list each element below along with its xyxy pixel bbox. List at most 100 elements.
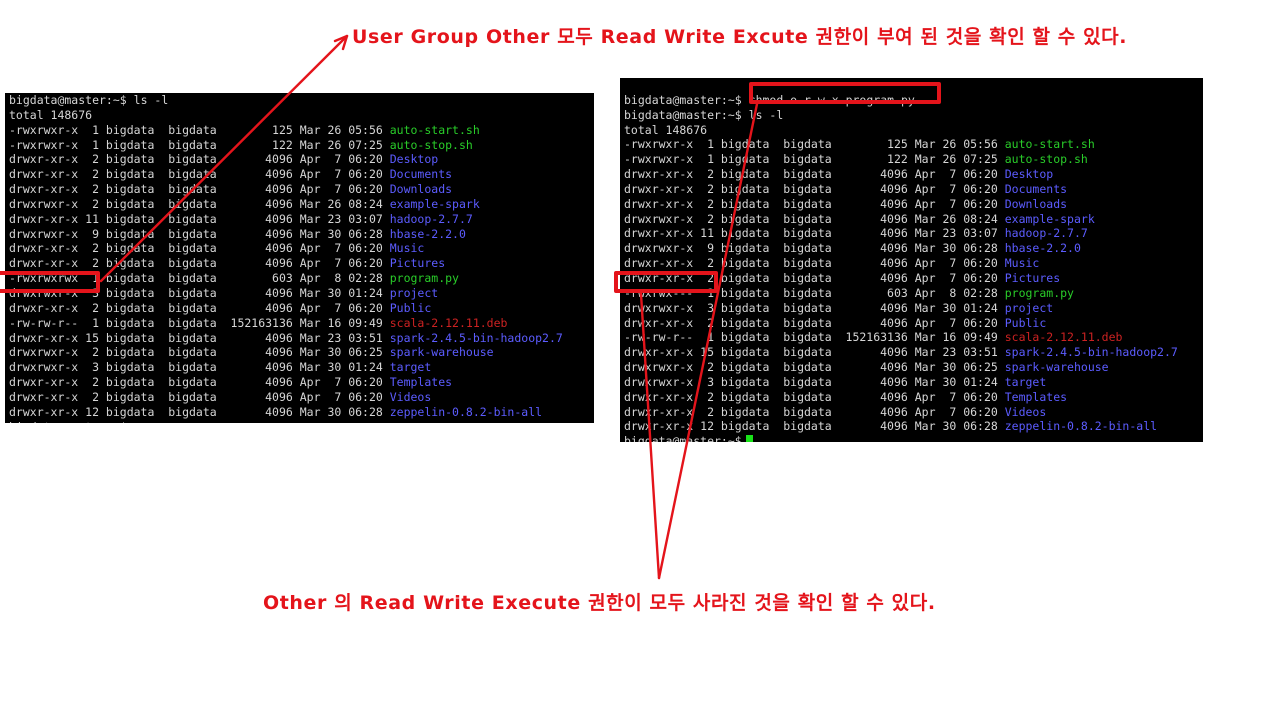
file-permissions: drwxr-xr-x [9, 300, 79, 315]
file-name: spark-warehouse [389, 345, 494, 360]
file-owner: bigdata [720, 181, 770, 196]
file-name: example-spark [1004, 211, 1095, 226]
terminal-cursor [745, 435, 753, 442]
file-owner: bigdata [105, 360, 155, 375]
file-name: Videos [1004, 404, 1047, 419]
file-day: 7 [334, 389, 342, 404]
file-day: 7 [949, 270, 957, 285]
file-link-count: 2 [707, 181, 714, 196]
file-size: 4096 [265, 330, 293, 345]
file-group: bigdata [783, 226, 832, 241]
file-owner: bigdata [105, 404, 155, 419]
file-time: 06:28 [348, 226, 383, 241]
file-link-count: 15 [700, 345, 714, 360]
terminal-window-after[interactable]: bigdata@master:~$ chmod o-r-w-x program.… [620, 78, 1203, 442]
file-row: drwxr-xr-x 2 bigdata bigdata 4096 Apr 7 06:20 Te… [5, 375, 594, 390]
file-month: Apr [914, 389, 936, 404]
file-link-count: 1 [707, 330, 714, 345]
file-group: bigdata [783, 374, 832, 389]
file-permissions: drwxrwxr-x [9, 360, 79, 375]
file-permissions: drwxrwxr-x [9, 196, 79, 211]
file-owner: bigdata [720, 389, 770, 404]
file-size: 4096 [265, 211, 293, 226]
file-link-count: 3 [92, 360, 99, 375]
file-time: 06:20 [963, 196, 998, 211]
file-link-count: 2 [707, 211, 714, 226]
file-owner: bigdata [720, 419, 770, 434]
prompt-text: bigdata@master:~$ [9, 93, 127, 107]
file-name: zeppelin-0.8.2-bin-all [1004, 419, 1158, 434]
file-link-count: 1 [707, 152, 714, 167]
file-permissions: drwxr-xr-x [624, 345, 694, 360]
file-name: Documents [1004, 181, 1068, 196]
file-group: bigdata [168, 389, 217, 404]
file-size: 4096 [880, 226, 908, 241]
file-size: 4096 [265, 360, 293, 375]
file-size: 4096 [880, 167, 908, 182]
file-day: 7 [334, 241, 342, 256]
file-name: program.py [1004, 285, 1074, 300]
file-time: 08:24 [348, 196, 383, 211]
terminal-window-before[interactable]: bigdata@master:~$ ls -l total 148676 -rw… [5, 93, 594, 423]
file-link-count: 2 [707, 404, 714, 419]
file-owner: bigdata [105, 345, 155, 360]
file-group: bigdata [168, 256, 217, 271]
file-permissions: drwxr-xr-x [624, 404, 694, 419]
file-row: drwxr-xr-x 12 bigdata bigdata 4096 Mar 30 06:28… [5, 405, 594, 420]
file-size: 4096 [880, 389, 908, 404]
file-owner: bigdata [105, 285, 155, 300]
ls-command-text: ls -l [748, 107, 784, 122]
file-name: Documents [389, 167, 453, 182]
file-row: drwxr-xr-x 12 bigdata bigdata 4096 Mar 30 06:28… [620, 419, 1203, 434]
file-day: 30 [327, 345, 342, 360]
file-row: drwxr-xr-x 2 bigdata bigdata 4096 Apr 7 06:20 Vi… [620, 405, 1203, 420]
file-time: 06:25 [963, 360, 998, 375]
file-owner: bigdata [105, 211, 155, 226]
file-size: 4096 [265, 196, 293, 211]
file-size: 4096 [265, 167, 293, 182]
file-group: bigdata [168, 375, 217, 390]
file-month: Mar [914, 330, 936, 345]
file-month: Apr [914, 196, 936, 211]
file-row: drwxr-xr-x 2 bigdata bigdata 4096 Apr 7 06:20 Do… [620, 197, 1203, 212]
file-row: drwxr-xr-x 15 bigdata bigdata 4096 Mar 23 03:51… [620, 345, 1203, 360]
file-month: Apr [299, 271, 321, 286]
file-owner: bigdata [720, 211, 770, 226]
file-owner: bigdata [105, 375, 155, 390]
file-month: Mar [914, 300, 936, 315]
prompt-text-trailing: bigdata@master:~$ [9, 420, 127, 423]
file-link-count: 1 [92, 137, 99, 152]
file-link-count: 1 [707, 137, 714, 152]
file-owner: bigdata [720, 152, 770, 167]
file-time: 06:20 [348, 300, 383, 315]
file-permissions: -rwxrwxr-x [624, 152, 694, 167]
file-group: bigdata [168, 137, 217, 152]
file-row: drwxr-xr-x 2 bigdata bigdata 4096 Apr 7 06:20 Vi… [5, 390, 594, 405]
file-group: bigdata [783, 256, 832, 271]
file-owner: bigdata [105, 300, 155, 315]
file-link-count: 3 [707, 374, 714, 389]
file-permissions: drwxr-xr-x [9, 182, 79, 197]
file-row: drwxr-xr-x 2 bigdata bigdata 4096 Apr 7 06:20 Te… [620, 390, 1203, 405]
file-day: 23 [327, 211, 342, 226]
file-owner: bigdata [720, 285, 770, 300]
file-row: drwxr-xr-x 2 bigdata bigdata 4096 Apr 7 06:20 De… [620, 167, 1203, 182]
file-permissions: drwxr-xr-x [9, 256, 79, 271]
file-link-count: 1 [92, 315, 99, 330]
file-time: 09:49 [963, 330, 998, 345]
file-name: target [1004, 374, 1047, 389]
file-group: bigdata [168, 226, 217, 241]
file-size: 4096 [265, 389, 293, 404]
file-link-count: 2 [92, 152, 99, 167]
prompt-text: bigdata@master:~$ [624, 92, 742, 107]
file-owner: bigdata [720, 270, 770, 285]
file-month: Mar [914, 345, 936, 360]
file-size: 4096 [880, 300, 908, 315]
file-time: 07:25 [963, 152, 998, 167]
file-permissions: drwxrwxr-x [624, 300, 694, 315]
file-name: hbase-2.2.0 [389, 226, 466, 241]
file-owner: bigdata [105, 182, 155, 197]
file-permissions: drwxr-xr-x [9, 241, 79, 256]
file-time: 01:24 [963, 300, 998, 315]
terminal-trailing-prompt: bigdata@master:~$ [620, 434, 1203, 442]
